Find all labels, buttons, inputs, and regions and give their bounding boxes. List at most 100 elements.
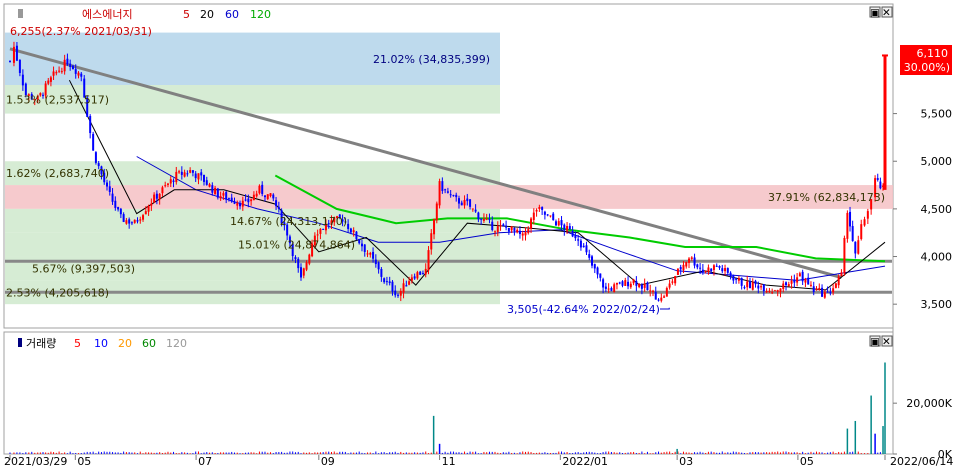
candle-body [796, 277, 799, 283]
candle-body [538, 207, 541, 209]
candle-body [607, 288, 610, 290]
candle-body [507, 227, 510, 232]
candle-body [604, 286, 607, 289]
candle-body [241, 200, 244, 207]
candle-body [153, 194, 156, 203]
candle-body [216, 188, 219, 198]
stock-chart: 에스에너지 5 20 60 120 6,255(2.37% 2021/03/31… [0, 0, 956, 467]
candle-body [771, 292, 774, 294]
candle-body [671, 281, 674, 283]
candle-body [128, 219, 131, 224]
candle-body [488, 218, 491, 220]
candle-body [643, 283, 646, 288]
candle-body [460, 202, 463, 206]
candle-body [477, 212, 480, 220]
candle-body [130, 222, 133, 224]
candle-body [663, 296, 666, 298]
candle-body [615, 282, 618, 285]
candle-body [275, 200, 278, 207]
price-axis-label: 5,500 [921, 108, 953, 121]
candle-body [513, 227, 516, 231]
candle-body [588, 254, 591, 258]
last-price-badge: 6,110 ( 30.00%) [896, 45, 952, 75]
candle-body [857, 240, 860, 254]
candle-body [469, 199, 472, 207]
candle-body [640, 284, 643, 289]
candle-body [693, 257, 696, 266]
candle-body [843, 237, 846, 274]
max-price-annotation: 6,255(2.37% 2021/03/31) [10, 25, 152, 38]
candle-body [294, 257, 297, 260]
candle-body [80, 73, 83, 77]
candle-body [208, 184, 211, 187]
volume-profile-label: 1.53% (2,537,517) [6, 93, 109, 106]
candle-body [252, 194, 255, 200]
candle-body [366, 253, 369, 255]
volume-legend-ma120: 120 [166, 337, 187, 350]
volume-axis-label: 20,000K [906, 397, 952, 410]
candle-body [635, 281, 638, 286]
candle-body [358, 238, 361, 244]
volume-profile-label: 14.67% (24,313,170) [230, 215, 347, 228]
candle-body [860, 224, 863, 240]
candle-body [721, 268, 724, 272]
candle-body [757, 285, 760, 289]
volume-profile-label: 1.62% (2,683,740) [6, 167, 109, 180]
candle-body [446, 191, 449, 193]
candle-body [180, 171, 183, 175]
candle-body [194, 173, 197, 179]
candle-body [122, 214, 125, 222]
volume-legend-ma20: 20 [118, 337, 132, 350]
volume-legend-name: 거래량 [26, 337, 56, 350]
candle-body [269, 193, 272, 197]
candle-body [701, 269, 704, 272]
candle-body [530, 218, 533, 229]
candle-body [155, 193, 158, 199]
legend-ma120: 120 [250, 8, 271, 21]
candle-body [746, 281, 749, 288]
candle-body [203, 174, 206, 182]
x-axis-label: 2022/01 [562, 455, 608, 467]
candle-body [654, 291, 657, 300]
candle-body [751, 282, 754, 290]
candle-body [846, 212, 849, 239]
candle-body [416, 272, 419, 279]
candle-body [139, 219, 142, 221]
candle-body [812, 286, 815, 292]
candle-body [699, 267, 702, 269]
volume-profile-band [5, 185, 893, 209]
candle-body [552, 213, 555, 221]
candle-body [322, 228, 325, 230]
candle-body [735, 278, 738, 280]
candle-body [205, 180, 208, 185]
candle-body [244, 199, 247, 201]
candle-body [510, 226, 513, 231]
candle-body [646, 282, 649, 291]
candle-body [524, 232, 527, 236]
candle-body [554, 221, 557, 226]
candle-body [74, 69, 77, 74]
candle-body [452, 195, 455, 197]
legend-ma20: 20 [200, 8, 214, 21]
candle-body [133, 219, 136, 223]
candle-body [352, 230, 355, 233]
candle-body [632, 279, 635, 284]
candle-body [743, 287, 746, 289]
x-axis-label: 09 [321, 455, 335, 467]
candle-body [300, 267, 303, 278]
candle-body [849, 211, 852, 227]
candle-body [197, 173, 200, 180]
volume-profile-label: 15.01% (24,874,864) [238, 239, 355, 252]
candle-body [233, 201, 236, 204]
candle-body [455, 194, 458, 198]
candle-body [696, 264, 699, 268]
candle-body [261, 184, 264, 194]
candle-body [463, 200, 466, 206]
candle-body [491, 221, 494, 231]
candle-body [768, 290, 771, 292]
x-axis-label: 07 [198, 455, 212, 467]
candle-body [405, 285, 408, 287]
candle-body [169, 179, 172, 184]
candle-body [518, 230, 521, 235]
candle-body [535, 209, 538, 212]
